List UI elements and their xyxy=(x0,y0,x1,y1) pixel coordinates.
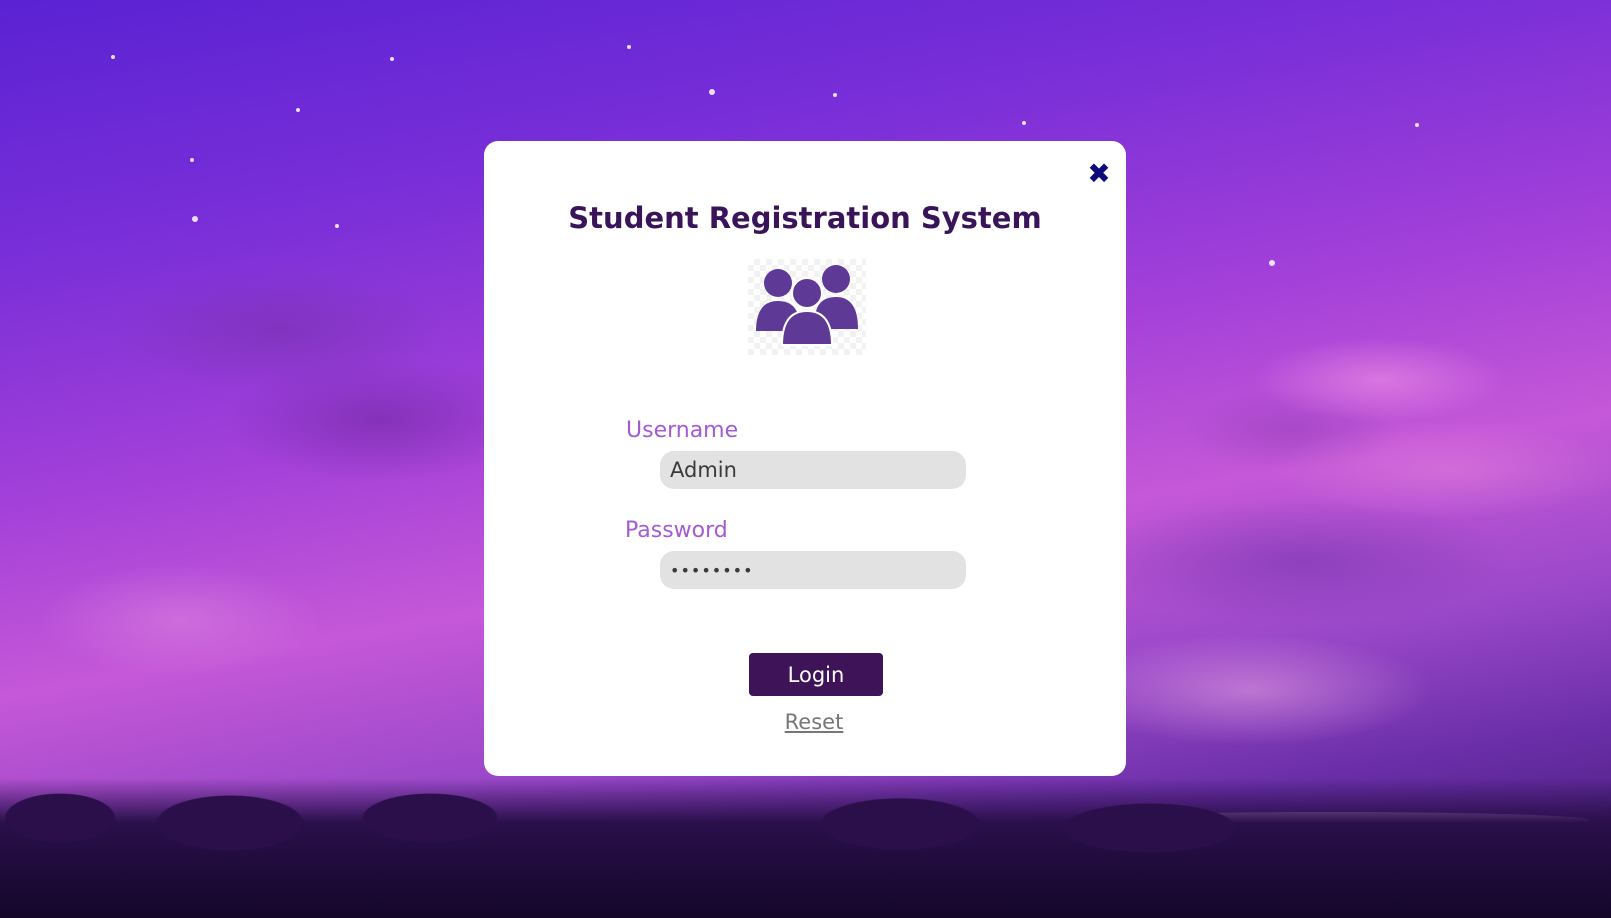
username-input[interactable] xyxy=(660,451,966,489)
treeline-silhouette xyxy=(0,778,1611,918)
star xyxy=(192,216,198,222)
dialog-title: Student Registration System xyxy=(568,201,1042,235)
users-group-icon xyxy=(748,259,866,355)
star xyxy=(190,158,194,162)
close-icon[interactable]: ✖ xyxy=(1084,159,1114,189)
star xyxy=(627,45,631,49)
star xyxy=(335,224,339,228)
username-label: Username xyxy=(626,418,739,443)
star xyxy=(709,89,715,95)
login-button[interactable]: Login xyxy=(749,653,883,696)
star xyxy=(296,108,300,112)
star xyxy=(1269,260,1275,266)
star xyxy=(1022,121,1026,125)
star xyxy=(390,57,394,61)
star xyxy=(1415,123,1419,127)
star xyxy=(111,55,115,59)
password-input[interactable] xyxy=(660,551,966,589)
password-label: Password xyxy=(625,518,728,543)
reset-link[interactable]: Reset xyxy=(484,710,1144,734)
login-dialog: ✖ Student Registration System Username P… xyxy=(484,141,1126,776)
star xyxy=(833,93,837,97)
